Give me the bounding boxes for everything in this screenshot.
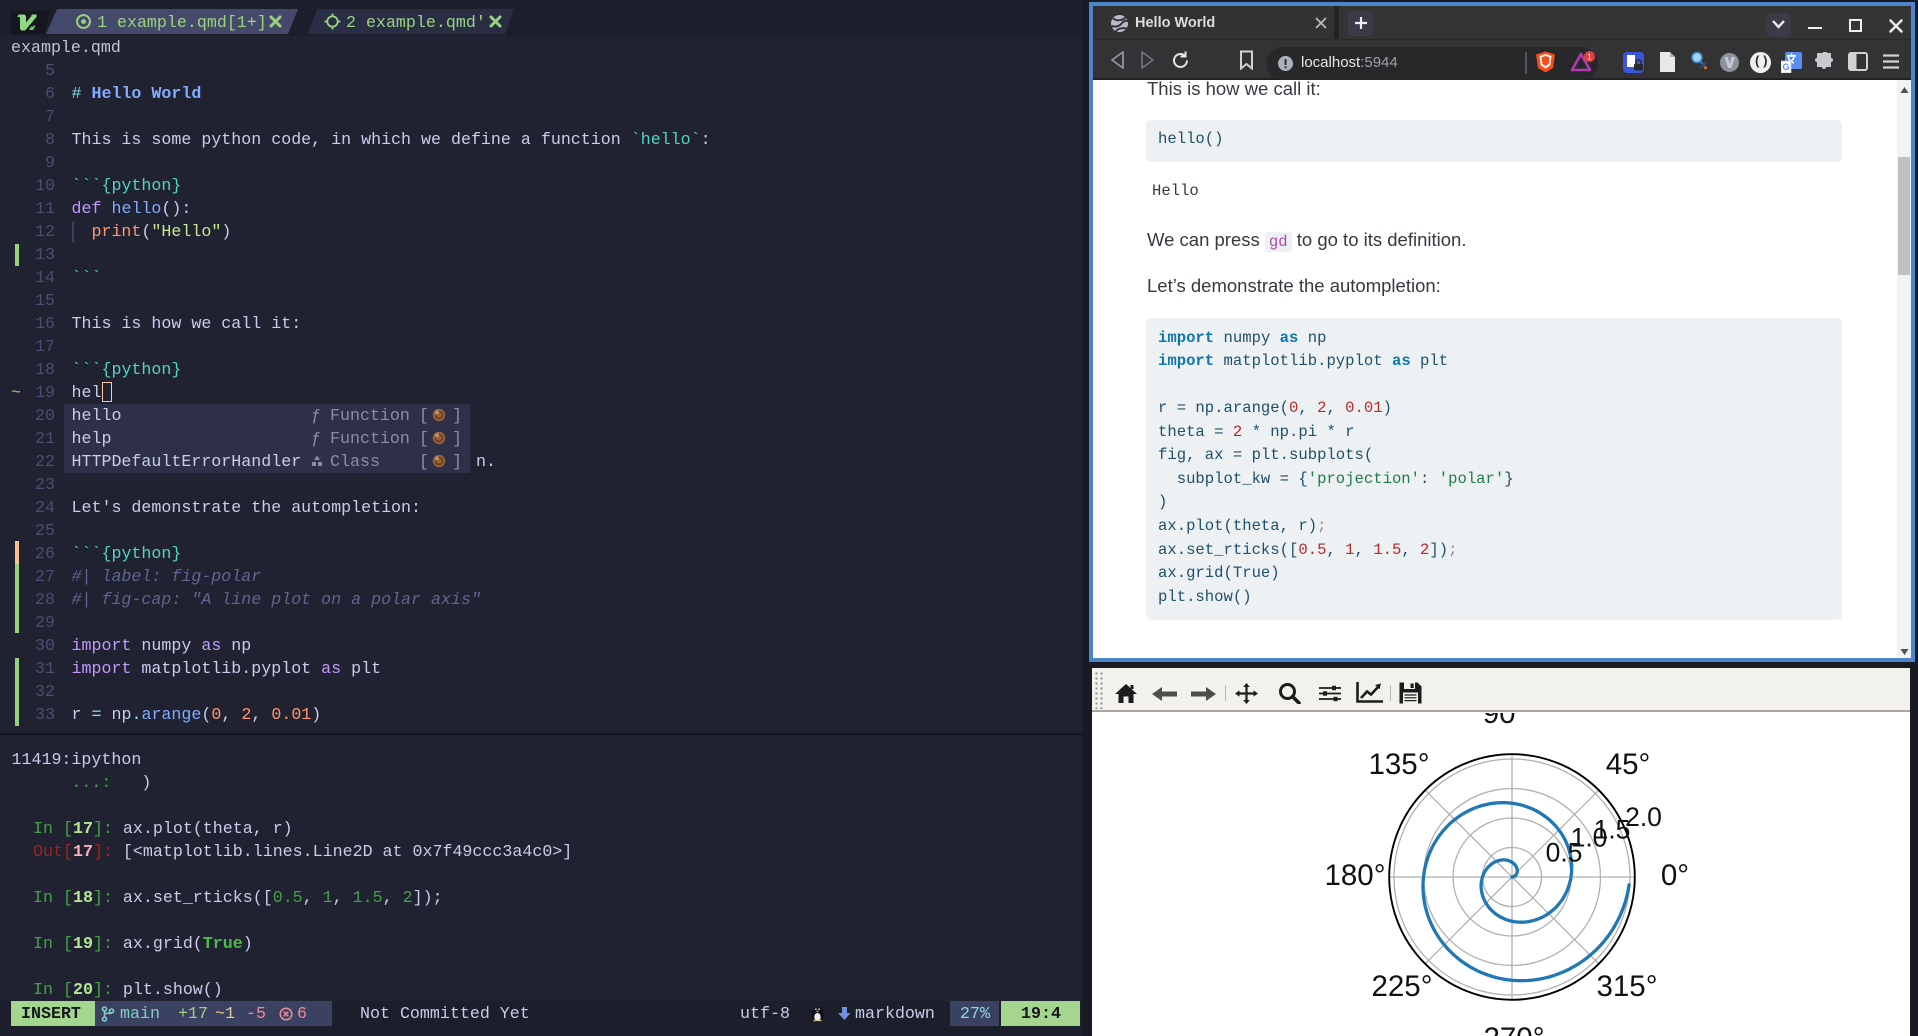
svg-text:G: G <box>1782 62 1789 72</box>
svg-text:0°: 0° <box>1661 859 1689 892</box>
svg-text:90°: 90° <box>1483 713 1528 730</box>
svg-text:45°: 45° <box>1606 748 1651 781</box>
svg-text:180°: 180° <box>1324 859 1385 892</box>
svg-text:270°: 270° <box>1483 1022 1544 1036</box>
svg-text:225°: 225° <box>1371 970 1432 1003</box>
svg-text:2.0: 2.0 <box>1625 802 1662 832</box>
svg-text:135°: 135° <box>1368 748 1429 781</box>
svg-text:1: 1 <box>1587 51 1592 61</box>
svg-text:315°: 315° <box>1596 970 1657 1003</box>
